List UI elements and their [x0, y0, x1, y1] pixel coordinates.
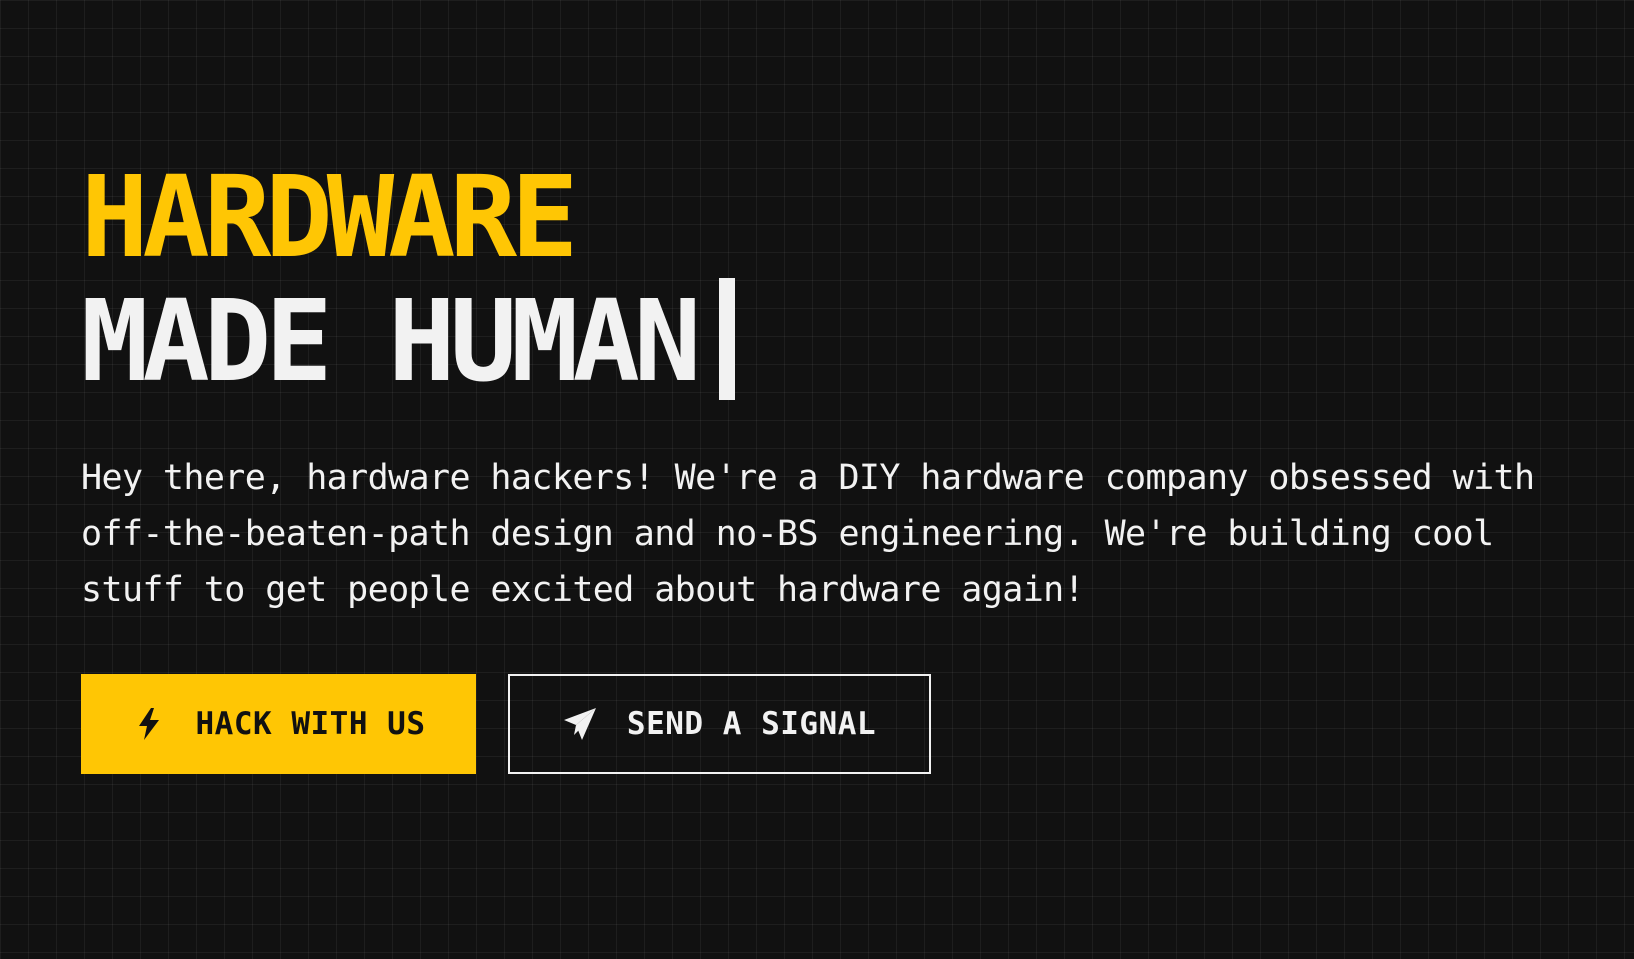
- hero-intro-text: Hey there, hardware hackers! We're a DIY…: [81, 458, 1535, 610]
- send-a-signal-button[interactable]: SEND A SIGNAL: [508, 674, 931, 774]
- headline-main-line: MADE HUMAN: [81, 277, 701, 407]
- paper-plane-icon: [563, 707, 597, 741]
- send-a-signal-label: SEND A SIGNAL: [626, 706, 877, 742]
- headline-main-line-wrapper: MADE HUMAN: [81, 278, 1581, 402]
- hack-with-us-label: HACK WITH US: [195, 706, 426, 742]
- hero-headline: HARDWARE MADE HUMAN: [81, 158, 1581, 402]
- hero-actions: HACK WITH US SEND A SIGNAL: [81, 674, 931, 774]
- hack-with-us-button[interactable]: HACK WITH US: [81, 674, 476, 774]
- headline-accent-line: HARDWARE: [81, 153, 578, 283]
- typing-cursor: [719, 278, 736, 400]
- lightning-bolt-icon: [132, 707, 166, 741]
- hero-section: HARDWARE MADE HUMAN Hey there, hardware …: [81, 158, 1581, 618]
